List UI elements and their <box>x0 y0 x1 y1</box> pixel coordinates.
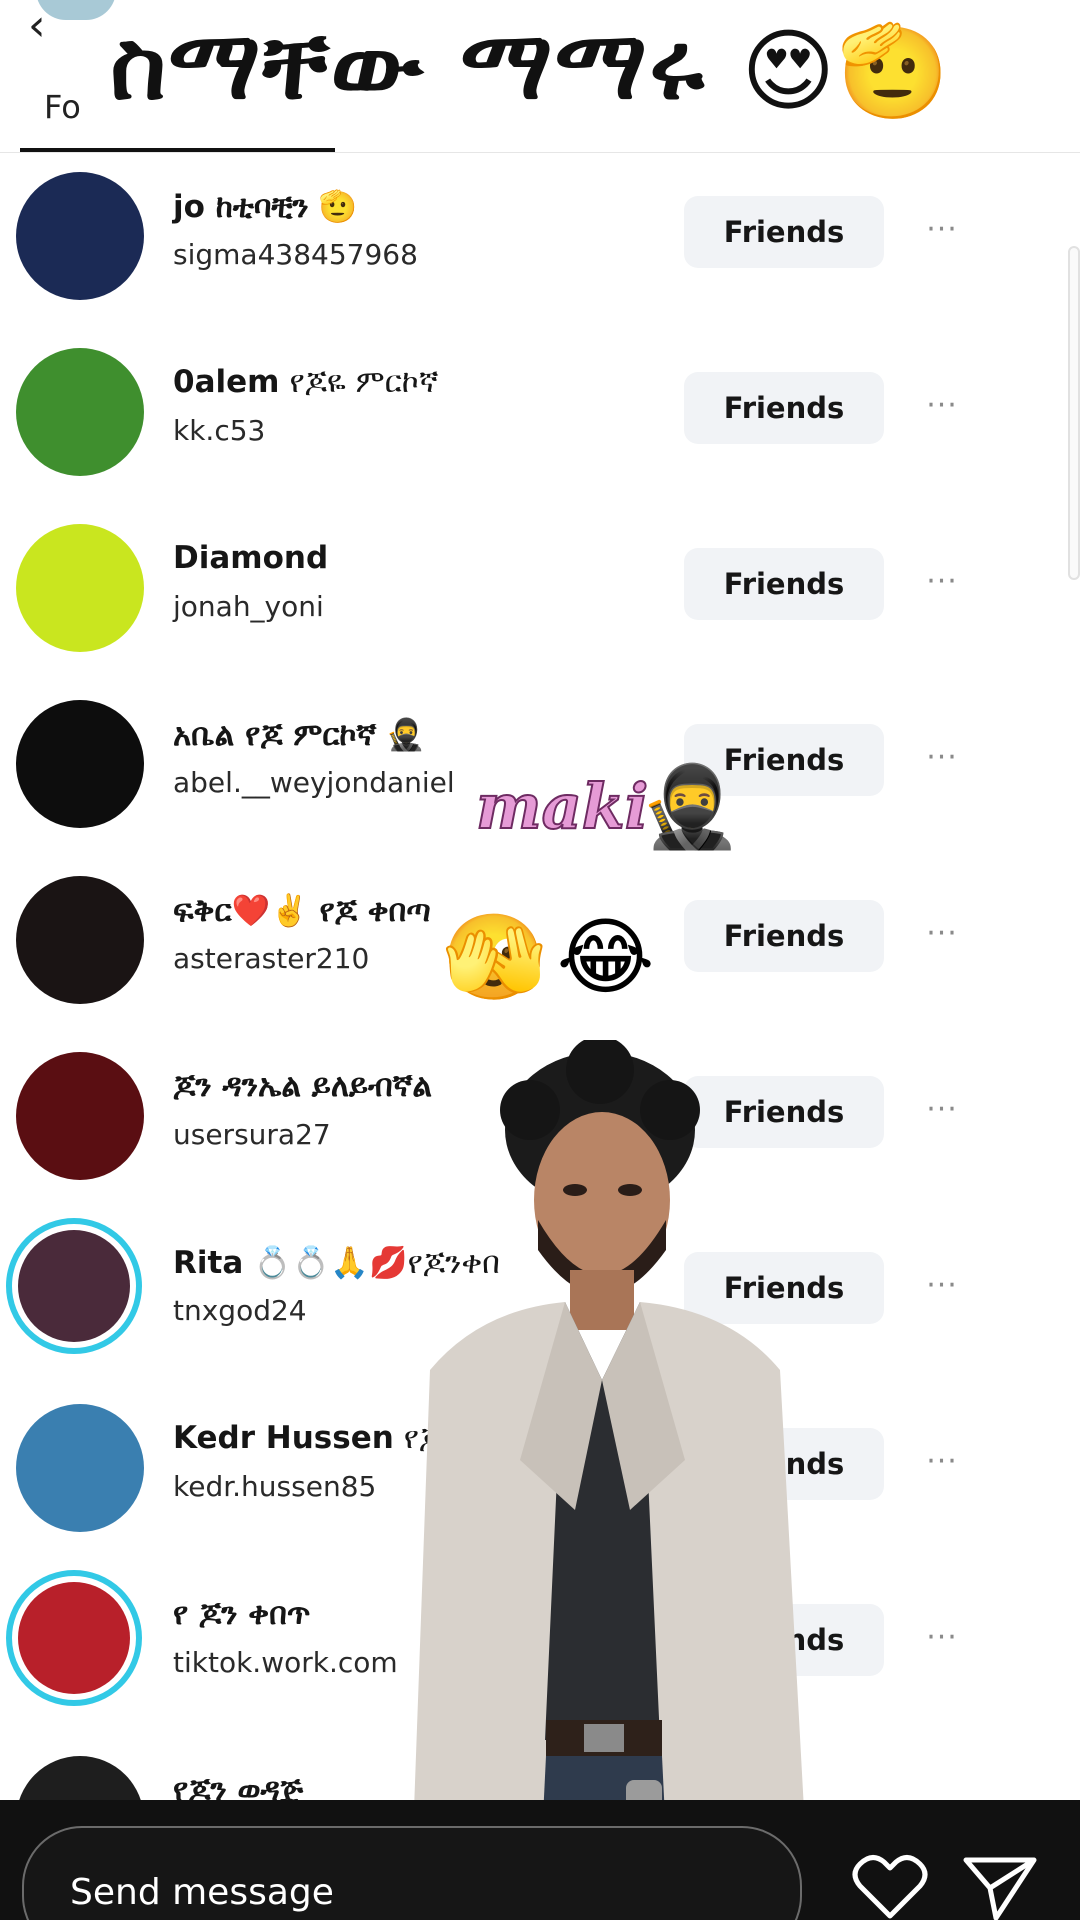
scrollbar[interactable] <box>1068 246 1080 580</box>
avatar-image <box>18 1582 130 1694</box>
send-message-placeholder: Send message <box>70 1872 334 1913</box>
name-suffix: የጆዬ ምርኮኛ <box>289 364 439 400</box>
friend-username: asteraster210 <box>173 942 370 975</box>
friend-username: jonah_yoni <box>173 590 324 623</box>
name-text: ፍቅር❤️✌️ የጆ ቀበጣ <box>173 893 431 929</box>
heart-icon[interactable] <box>850 1852 930 1920</box>
caption-text: ስማቸው ማማሩ <box>110 9 706 121</box>
avatar[interactable] <box>16 1404 144 1532</box>
more-dots-icon[interactable]: ··· <box>918 1614 966 1662</box>
name-text: Kedr Hussen <box>173 1420 394 1456</box>
avatar[interactable] <box>16 876 144 1004</box>
avatar[interactable] <box>16 524 144 652</box>
name-emoji: 🫡 <box>318 189 358 225</box>
avatar[interactable] <box>16 1052 144 1180</box>
more-dots-icon[interactable]: ··· <box>918 558 966 606</box>
avatar[interactable] <box>16 172 144 300</box>
avatar[interactable] <box>16 348 144 476</box>
tab-following[interactable]: Fo <box>44 88 81 126</box>
friend-display-name[interactable]: የ ጆን ቀበጥ <box>173 1596 310 1633</box>
avatar[interactable] <box>6 1570 142 1706</box>
ninja-emoji: 🥷 <box>640 760 740 853</box>
name-text: Rita <box>173 1245 244 1281</box>
name-text: Diamond <box>173 540 329 576</box>
caption-emojis: 😍🫡 <box>741 18 952 124</box>
more-dots-icon[interactable]: ··· <box>918 734 966 782</box>
profile-avatar[interactable] <box>36 0 116 20</box>
friends-button[interactable]: Friends <box>684 548 884 620</box>
video-caption-title: ስማቸው ማማሩ 😍🫡 <box>110 10 951 127</box>
person-cutout-image <box>410 1040 810 1920</box>
friend-username: kk.c53 <box>173 414 266 447</box>
friends-list-screen: ‹ Fo jo ከቲባቺን 🫡 sigma438457968 Friends ··· 0a… <box>0 0 1080 1920</box>
chevron-left-icon[interactable]: ‹ <box>28 0 46 51</box>
friends-button[interactable]: Friends <box>684 372 884 444</box>
avatar-image <box>18 1230 130 1342</box>
avatar[interactable] <box>16 700 144 828</box>
friend-display-name[interactable]: አቤል የጆ ምርኮኛ 🥷 <box>173 716 425 754</box>
friend-username: kedr.hussen85 <box>173 1470 377 1503</box>
friend-row[interactable]: jo ከቲባቺን 🫡 sigma438457968 Friends ··· <box>0 166 1000 342</box>
more-dots-icon[interactable]: ··· <box>918 382 966 430</box>
name-emoji: 🥷 <box>386 717 425 753</box>
maki-sticker-text: maki <box>475 769 649 844</box>
more-dots-icon[interactable]: ··· <box>918 1086 966 1134</box>
friend-display-name[interactable]: ፍቅር❤️✌️ የጆ ቀበጣ <box>173 892 431 930</box>
friend-username: tiktok.work.com <box>173 1646 398 1679</box>
friend-display-name[interactable]: 0alem የጆዬ ምርኮኛ <box>173 364 439 401</box>
friend-display-name[interactable]: jo ከቲባቺን 🫡 <box>173 188 357 226</box>
name-text: አቤል የጆ ምርኮኛ <box>173 717 377 753</box>
friend-username: sigma438457968 <box>173 238 418 271</box>
friends-button[interactable]: Friends <box>684 900 884 972</box>
name-text: የ ጆን ቀበጥ <box>173 1596 311 1632</box>
more-dots-icon[interactable]: ··· <box>918 1262 966 1310</box>
friend-username: tnxgod24 <box>173 1294 307 1327</box>
name-text: jo ከቲባቺን <box>173 189 309 225</box>
reaction-emojis: 🫣😂 <box>442 908 665 1006</box>
more-dots-icon[interactable]: ··· <box>918 206 966 254</box>
more-dots-icon[interactable]: ··· <box>918 910 966 958</box>
friend-row[interactable]: 0alem የጆዬ ምርኮኛ kk.c53 Friends ··· <box>0 342 1000 518</box>
friend-username: abel.__weyjondaniel <box>173 766 455 799</box>
header-divider <box>0 152 1080 153</box>
friends-button[interactable]: Friends <box>684 196 884 268</box>
send-icon[interactable] <box>960 1852 1040 1920</box>
more-dots-icon[interactable]: ··· <box>918 1438 966 1486</box>
friend-row[interactable]: Diamond jonah_yoni Friends ··· <box>0 518 1000 694</box>
friend-username: usersura27 <box>173 1118 331 1151</box>
name-text: 0alem <box>173 364 280 400</box>
friend-display-name[interactable]: Diamond <box>173 540 328 576</box>
avatar[interactable] <box>6 1218 142 1354</box>
